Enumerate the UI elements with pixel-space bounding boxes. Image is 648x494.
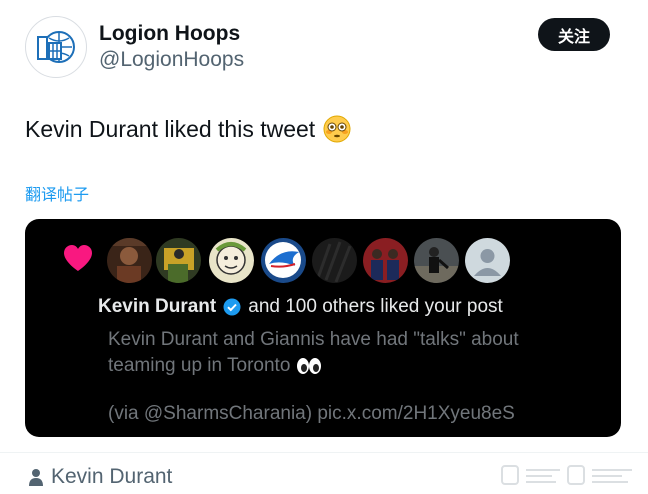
quoted-post-source[interactable]: (via @SharmsCharania) pic.x.com/2H1Xyeu8… [108, 403, 515, 425]
watermark-icon [501, 465, 632, 485]
avatar-default[interactable] [465, 238, 510, 283]
avatar-cartoon[interactable] [209, 238, 254, 283]
heart-icon [64, 245, 92, 271]
tweet-text-content: Kevin Durant liked this tweet [25, 115, 316, 142]
quoted-post-text: Kevin Durant and Giannis have had "talks… [108, 327, 578, 379]
divider [0, 452, 648, 453]
avatar-game-photo[interactable] [414, 238, 459, 283]
avatar-blue-jays[interactable] [261, 238, 306, 283]
quoted-post-line-1: Kevin Durant and Giannis have had "talks… [108, 329, 519, 350]
verified-badge-icon [223, 298, 241, 316]
avatar-dark[interactable] [312, 238, 357, 283]
avatar-photo-2[interactable] [156, 238, 201, 283]
account-handle[interactable]: @LogionHoops [99, 48, 244, 72]
account-display-name[interactable]: Logion Hoops [99, 22, 240, 46]
avatar-photo-1[interactable] [107, 238, 152, 283]
notification-user-name[interactable]: Kevin Durant [98, 296, 216, 318]
author-attribution[interactable]: Kevin Durant [29, 465, 172, 489]
quoted-post-line-2-text: teaming up in Toronto [108, 355, 291, 376]
embedded-notification-card[interactable]: Kevin Durant and 100 others liked your p… [25, 219, 621, 437]
tweet-text: Kevin Durant liked this tweet [25, 115, 351, 143]
flushed-face-emoji-icon [323, 115, 351, 143]
translate-post-link[interactable]: 翻译帖子 [25, 181, 89, 205]
person-icon [29, 469, 43, 486]
eyes-emoji-icon [297, 358, 322, 374]
follow-button[interactable]: 关注 [538, 18, 610, 51]
notification-text: and 100 others liked your post [248, 296, 503, 317]
account-avatar[interactable] [25, 16, 87, 78]
author-name: Kevin Durant [51, 465, 173, 488]
avatar-team-photo[interactable] [363, 238, 408, 283]
logion-hoops-logo-icon [37, 31, 75, 63]
quoted-post-line-2: teaming up in Toronto [108, 353, 578, 379]
notification-line: Kevin Durant and 100 others liked your p… [98, 296, 503, 318]
